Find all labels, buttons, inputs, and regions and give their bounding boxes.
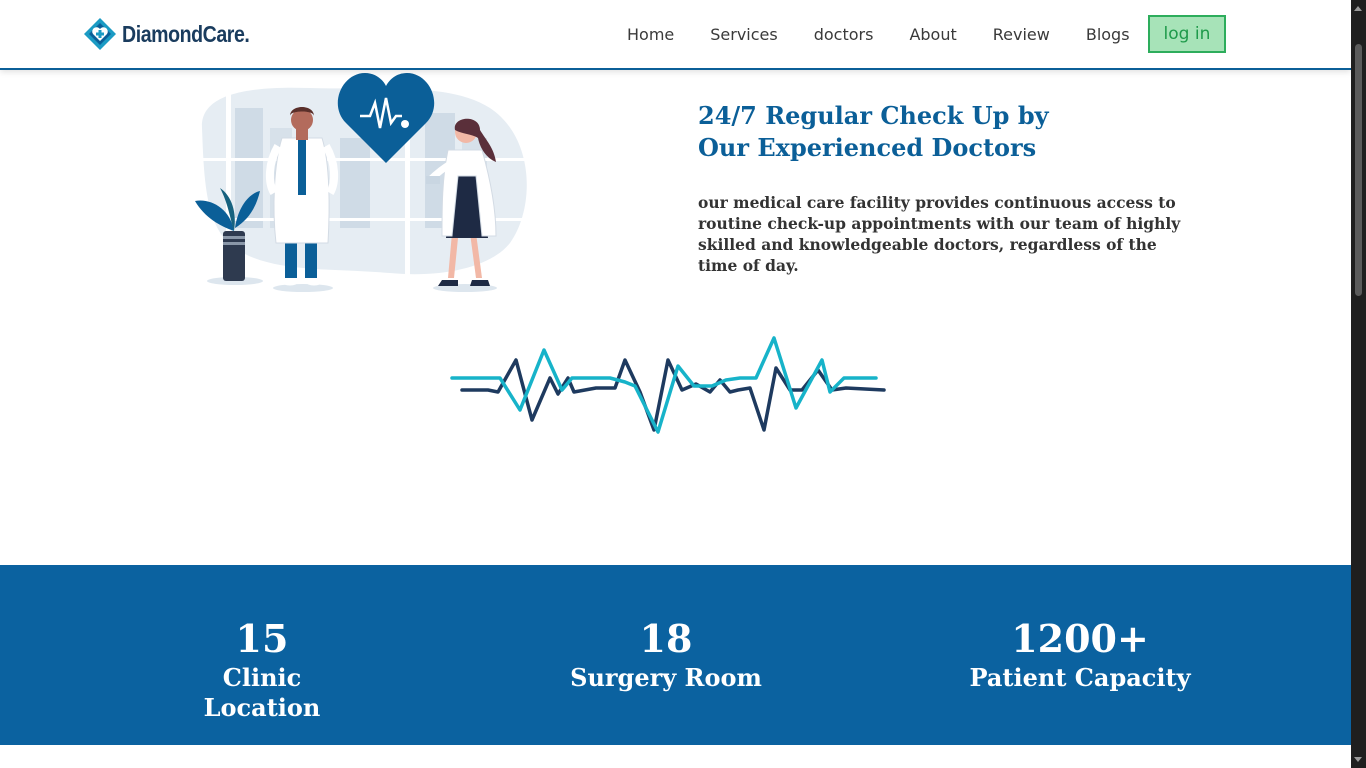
nav-blogs[interactable]: Blogs — [1068, 17, 1148, 52]
nav-home[interactable]: Home — [609, 17, 692, 52]
nav-about[interactable]: About — [891, 17, 974, 52]
stat-number: 18 — [639, 616, 693, 661]
nav-services[interactable]: Services — [692, 17, 795, 52]
brand-name: DiamondCare. — [122, 20, 250, 47]
login-button[interactable]: log in — [1147, 15, 1227, 53]
stats-section: 15 Clinic Location 18 Surgery Room 1200+… — [0, 565, 1351, 745]
feature-headline: 24/7 Regular Check Up by Our Experienced… — [698, 100, 1118, 164]
stat-clinic-location: 15 Clinic Location — [162, 615, 362, 723]
stat-number: 1200+ — [1011, 616, 1149, 661]
page: DiamondCare. Home Services doctors About… — [0, 0, 1351, 768]
feature-headline-line2: Our Experienced Doctors — [698, 133, 1037, 162]
stat-surgery-room: 18 Surgery Room — [566, 615, 766, 693]
feature-headline-line1: 24/7 Regular Check Up by — [698, 101, 1049, 130]
heartbeat-graphic — [450, 336, 886, 434]
scroll-up-icon[interactable] — [1354, 6, 1362, 11]
site-header: DiamondCare. Home Services doctors About… — [0, 0, 1351, 70]
brand[interactable]: DiamondCare. — [82, 16, 272, 52]
scrollbar-thumb[interactable] — [1355, 44, 1362, 296]
diamond-heart-icon — [84, 18, 116, 50]
feature-description: our medical care facility provides conti… — [698, 193, 1181, 275]
nav-review[interactable]: Review — [975, 17, 1068, 52]
doctors-illustration — [195, 73, 530, 292]
nav-doctors[interactable]: doctors — [796, 17, 892, 52]
stat-number: 15 — [235, 616, 289, 661]
main-nav: Home Services doctors About Review Blogs… — [609, 15, 1227, 53]
stat-patient-capacity: 1200+ Patient Capacity — [960, 615, 1200, 693]
stat-label: Patient Capacity — [969, 663, 1191, 692]
stat-label: Surgery Room — [570, 663, 762, 692]
stat-label: Clinic Location — [203, 663, 321, 722]
vertical-scrollbar[interactable] — [1351, 0, 1366, 768]
scroll-down-icon[interactable] — [1354, 757, 1362, 762]
